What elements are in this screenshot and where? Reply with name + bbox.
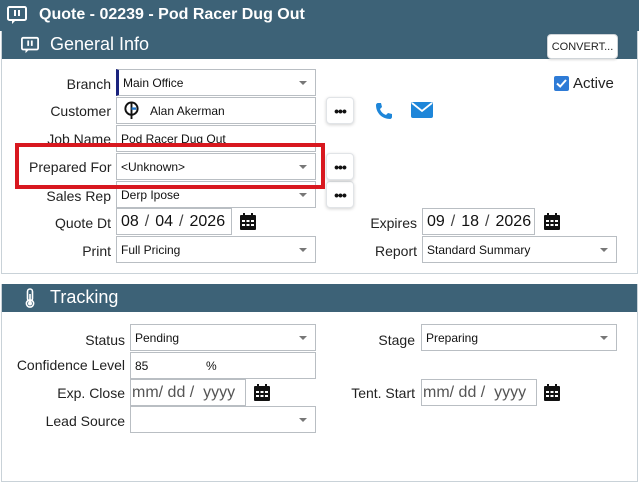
confidence-level-input[interactable]: 85 % bbox=[130, 352, 316, 379]
date-separator: / bbox=[485, 212, 490, 230]
chevron-down-icon bbox=[299, 81, 307, 85]
quote-date-input[interactable]: 08 / 04 / 2026 bbox=[116, 208, 232, 235]
chevron-down-icon bbox=[299, 193, 307, 197]
date-separator: / bbox=[450, 212, 456, 230]
quote-dt-day: 04 bbox=[155, 212, 174, 230]
confidence-value: 85 bbox=[135, 358, 149, 373]
lead-source-select[interactable] bbox=[130, 406, 316, 433]
date-separator: / bbox=[179, 212, 184, 230]
email-icon[interactable] bbox=[411, 102, 433, 118]
chevron-down-icon bbox=[299, 418, 307, 422]
stage-value: Preparing bbox=[426, 330, 479, 345]
chevron-down-icon bbox=[600, 248, 608, 252]
status-label: Status bbox=[85, 332, 125, 348]
general-info-header[interactable]: General Info bbox=[2, 31, 637, 59]
window-titlebar: Quote - 02239 - Pod Racer Dug Out bbox=[0, 0, 639, 31]
confidence-unit: % bbox=[206, 358, 217, 373]
active-label: Active bbox=[573, 75, 614, 92]
report-value: Standard Summary bbox=[427, 242, 531, 257]
tent-start-label: Tent. Start bbox=[351, 385, 415, 401]
message-box-icon bbox=[7, 6, 27, 24]
quote-dt-month: 08 bbox=[121, 212, 139, 230]
stage-select[interactable]: Preparing bbox=[421, 324, 617, 351]
prepared-for-label: Prepared For bbox=[29, 159, 112, 175]
convert-button[interactable]: CONVERT... bbox=[547, 34, 618, 59]
window-title: Quote - 02239 - Pod Racer Dug Out bbox=[39, 6, 305, 23]
expires-year: 2026 bbox=[495, 212, 532, 230]
sales-rep-value: Derp Ipose bbox=[121, 187, 180, 202]
customer-logo-icon bbox=[124, 101, 139, 119]
sales-rep-label: Sales Rep bbox=[46, 188, 111, 204]
date-separator: / bbox=[144, 212, 150, 230]
chevron-down-icon bbox=[600, 336, 608, 340]
report-select[interactable]: Standard Summary bbox=[422, 236, 617, 263]
customer-field[interactable]: Alan Akerman bbox=[116, 97, 316, 124]
prepared-for-more-button[interactable]: ••• bbox=[326, 153, 354, 180]
phone-icon[interactable] bbox=[374, 101, 394, 121]
customer-more-button[interactable]: ••• bbox=[326, 97, 354, 124]
chevron-down-icon bbox=[299, 336, 307, 340]
exp-close-date-input[interactable]: mm/ dd / yyyy bbox=[130, 379, 246, 406]
status-value: Pending bbox=[135, 330, 180, 345]
checkmark-icon bbox=[556, 79, 567, 88]
print-label: Print bbox=[82, 243, 111, 259]
confidence-level-label: Confidence Level bbox=[16, 357, 125, 373]
thermometer-icon bbox=[25, 288, 35, 308]
print-select[interactable]: Full Pricing bbox=[116, 236, 316, 263]
tracking-header[interactable]: Tracking bbox=[2, 284, 637, 312]
calendar-icon[interactable] bbox=[544, 384, 560, 401]
message-box-icon bbox=[21, 36, 39, 54]
print-value: Full Pricing bbox=[121, 242, 181, 257]
customer-value: Alan Akerman bbox=[150, 103, 225, 118]
calendar-icon[interactable] bbox=[544, 213, 560, 230]
general-info-title: General Info bbox=[50, 34, 150, 54]
tracking-title: Tracking bbox=[50, 287, 119, 307]
quote-dt-year: 2026 bbox=[189, 212, 226, 230]
chevron-down-icon bbox=[299, 248, 307, 252]
expires-date-input[interactable]: 09 / 18 / 2026 bbox=[422, 208, 535, 235]
branch-label: Branch bbox=[66, 76, 111, 92]
expires-day: 18 bbox=[461, 212, 480, 230]
quote-dt-label: Quote Dt bbox=[54, 215, 111, 231]
tent-start-placeholder: mm/ dd / yyyy bbox=[423, 383, 527, 401]
report-label: Report bbox=[374, 243, 417, 259]
tent-start-date-input[interactable]: mm/ dd / yyyy bbox=[421, 379, 537, 406]
tracking-panel: Tracking bbox=[1, 284, 638, 482]
sales-rep-more-button[interactable]: ••• bbox=[326, 181, 354, 208]
active-checkbox[interactable] bbox=[554, 76, 569, 91]
customer-label: Customer bbox=[50, 103, 111, 119]
expires-month: 09 bbox=[427, 212, 445, 230]
branch-value: Main Office bbox=[123, 75, 184, 90]
calendar-icon[interactable] bbox=[254, 384, 270, 401]
exp-close-placeholder: mm/ dd / yyyy bbox=[132, 383, 236, 401]
status-select[interactable]: Pending bbox=[130, 324, 316, 351]
branch-select[interactable]: Main Office bbox=[116, 69, 316, 96]
expires-label: Expires bbox=[370, 215, 417, 231]
calendar-icon[interactable] bbox=[240, 213, 256, 230]
exp-close-label: Exp. Close bbox=[57, 385, 125, 401]
lead-source-label: Lead Source bbox=[45, 413, 125, 429]
stage-label: Stage bbox=[378, 332, 415, 348]
